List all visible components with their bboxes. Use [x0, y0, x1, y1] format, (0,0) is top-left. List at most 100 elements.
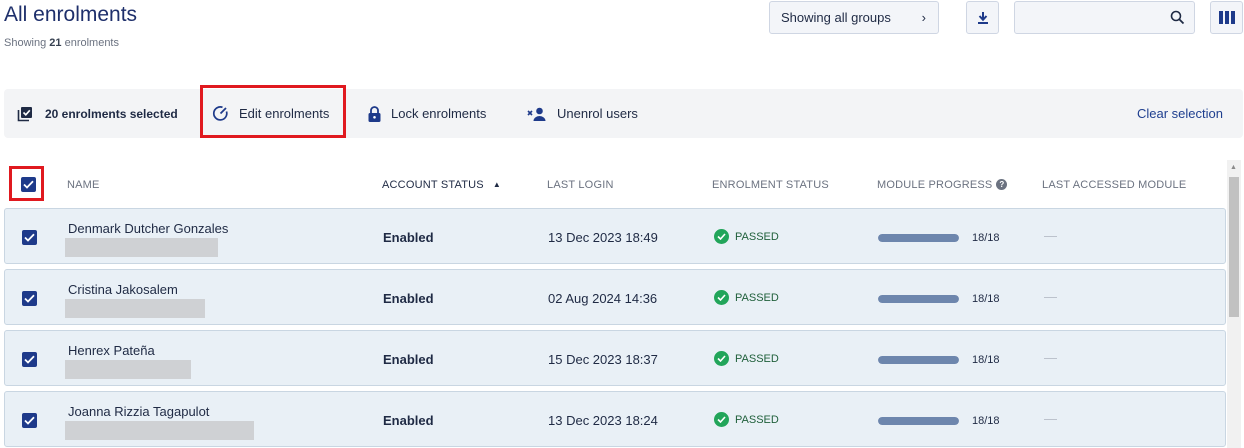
unenrol-user-icon: [527, 107, 546, 121]
redacted-email: [65, 238, 218, 257]
selection-action-bar: 20 enrolments selected Edit enrolments L…: [4, 89, 1243, 138]
last-accessed-module: —: [1044, 289, 1057, 304]
checkmark-icon: [24, 355, 35, 364]
progress-bar-fill: [878, 234, 959, 242]
progress-bar-fill: [878, 356, 959, 364]
enrolment-status-label: PASSED: [735, 230, 779, 243]
account-status: Enabled: [383, 291, 434, 306]
user-name[interactable]: Cristina Jakosalem: [68, 282, 178, 297]
check-circle-icon: [714, 412, 729, 427]
last-login: 02 Aug 2024 14:36: [548, 291, 658, 306]
check-circle-icon: [714, 351, 729, 366]
checkmark-icon: [24, 294, 35, 303]
columns-icon: [1218, 11, 1235, 24]
help-icon[interactable]: ?: [996, 179, 1008, 190]
table-row[interactable]: Cristina Jakosalem Enabled 02 Aug 2024 1…: [4, 269, 1226, 325]
last-login: 13 Dec 2023 18:49: [548, 230, 658, 245]
table-row[interactable]: Joanna Rizzia Tagapulot Enabled 13 Dec 2…: [4, 391, 1226, 447]
column-header-module-progress[interactable]: MODULE PROGRESS ?: [877, 168, 1008, 201]
columns-button[interactable]: [1210, 1, 1243, 34]
last-login: 13 Dec 2023 18:24: [548, 413, 658, 428]
row-checkbox[interactable]: [22, 413, 37, 428]
group-filter-label: Showing all groups: [781, 10, 891, 25]
last-accessed-module: —: [1044, 411, 1057, 426]
progress-bar-fill: [878, 417, 959, 425]
progress-bar: [878, 356, 959, 364]
module-progress-header-label: MODULE PROGRESS: [877, 178, 993, 191]
table-header: NAME ACCOUNT STATUS ▲ LAST LOGIN ENROLME…: [4, 168, 1226, 201]
enrolment-status: PASSED: [714, 290, 779, 305]
lock-enrolments-label: Lock enrolments: [391, 106, 487, 121]
scroll-up-arrow-icon[interactable]: ▲: [1230, 164, 1237, 171]
highlight-box-select-all: [9, 166, 44, 201]
lock-enrolments-button[interactable]: Lock enrolments: [368, 89, 486, 138]
progress-text: 18/18: [972, 354, 1000, 366]
enrolment-status: PASSED: [714, 229, 779, 244]
module-progress: 18/18: [878, 293, 1000, 305]
checkmark-icon: [24, 233, 35, 242]
lock-icon: [368, 105, 381, 122]
enrolment-status: PASSED: [714, 351, 779, 366]
account-status: Enabled: [383, 413, 434, 428]
table-scrollbar[interactable]: ▲: [1227, 160, 1241, 448]
progress-bar: [878, 417, 959, 425]
selected-stack-icon: [17, 106, 32, 121]
account-status: Enabled: [383, 352, 434, 367]
enrolment-status-label: PASSED: [735, 413, 779, 426]
column-header-enrolment-status[interactable]: ENROLMENT STATUS: [712, 168, 829, 201]
search-input[interactable]: [1023, 8, 1163, 28]
progress-text: 18/18: [972, 415, 1000, 427]
redacted-email: [65, 421, 254, 440]
user-name[interactable]: Joanna Rizzia Tagapulot: [68, 404, 209, 419]
user-name[interactable]: Henrex Pateña: [68, 343, 155, 358]
column-header-last-login[interactable]: LAST LOGIN: [547, 168, 614, 201]
enrolment-status-label: PASSED: [735, 352, 779, 365]
search-field[interactable]: [1014, 1, 1195, 34]
account-status-header-label: ACCOUNT STATUS: [382, 178, 484, 191]
chevron-right-icon: ›: [921, 10, 926, 25]
column-header-name[interactable]: NAME: [67, 168, 100, 201]
module-progress: 18/18: [878, 232, 1000, 244]
last-login: 15 Dec 2023 18:37: [548, 352, 658, 367]
last-accessed-module: —: [1044, 350, 1057, 365]
search-icon[interactable]: [1170, 10, 1185, 25]
enrolment-count: 21: [49, 37, 62, 49]
unenrol-users-button[interactable]: Unenrol users: [527, 89, 638, 138]
column-header-last-accessed[interactable]: LAST ACCESSED MODULE: [1042, 168, 1186, 201]
download-icon: [977, 11, 988, 24]
last-accessed-module: —: [1044, 228, 1057, 243]
column-header-account-status[interactable]: ACCOUNT STATUS ▲: [382, 168, 501, 201]
subtitle-suffix: enrolments: [64, 37, 119, 49]
progress-bar: [878, 234, 959, 242]
module-progress: 18/18: [878, 415, 1000, 427]
module-progress: 18/18: [878, 354, 1000, 366]
check-circle-icon: [714, 290, 729, 305]
progress-bar: [878, 295, 959, 303]
progress-text: 18/18: [972, 232, 1000, 244]
page-title: All enrolments: [4, 3, 138, 26]
sort-ascending-icon: ▲: [492, 180, 501, 189]
redacted-email: [65, 360, 191, 379]
group-filter-button[interactable]: Showing all groups ›: [769, 1, 939, 34]
scrollbar-thumb[interactable]: [1229, 177, 1239, 317]
check-circle-icon: [714, 229, 729, 244]
unenrol-users-label: Unenrol users: [557, 106, 638, 121]
download-button[interactable]: [966, 1, 999, 34]
row-checkbox[interactable]: [22, 230, 37, 245]
highlight-box-edit: [200, 85, 346, 138]
clear-selection-link[interactable]: Clear selection: [1137, 89, 1223, 138]
enrolment-status: PASSED: [714, 412, 779, 427]
enrolment-count-text: Showing 21 enrolments: [4, 37, 119, 49]
user-name[interactable]: Denmark Dutcher Gonzales: [68, 221, 228, 236]
progress-bar-fill: [878, 295, 959, 303]
selected-count: 20 enrolments selected: [17, 89, 178, 138]
redacted-email: [65, 299, 205, 318]
selected-count-text: 20 enrolments selected: [45, 106, 178, 121]
progress-text: 18/18: [972, 293, 1000, 305]
enrolment-status-label: PASSED: [735, 291, 779, 304]
account-status: Enabled: [383, 230, 434, 245]
table-row[interactable]: Denmark Dutcher Gonzales Enabled 13 Dec …: [4, 208, 1226, 264]
row-checkbox[interactable]: [22, 352, 37, 367]
table-row[interactable]: Henrex Pateña Enabled 15 Dec 2023 18:37 …: [4, 330, 1226, 386]
row-checkbox[interactable]: [22, 291, 37, 306]
